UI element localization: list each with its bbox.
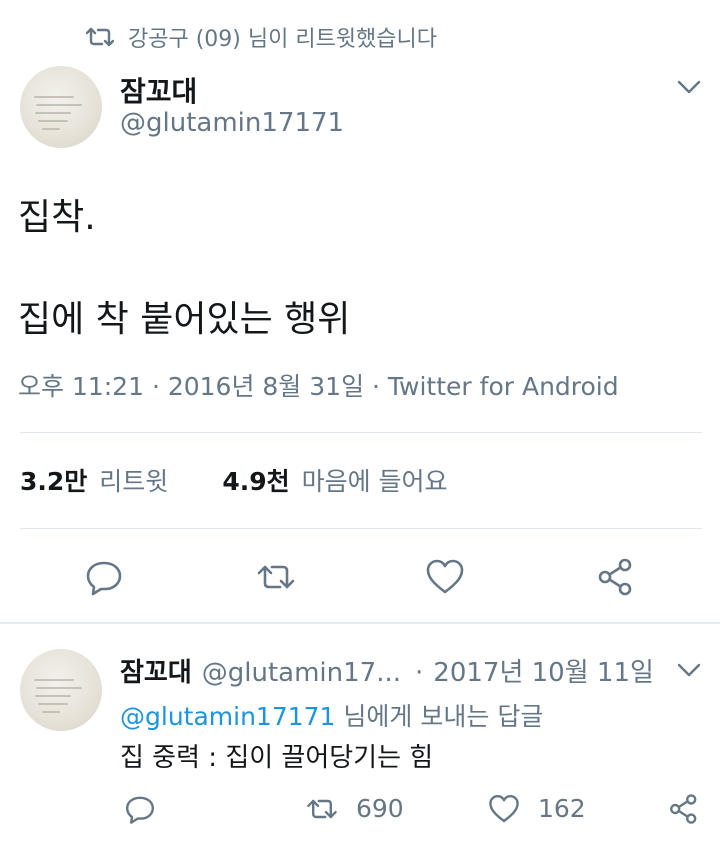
like-label[interactable]: 마음에 들어요 bbox=[302, 462, 448, 498]
share-icon[interactable] bbox=[596, 557, 636, 597]
retweet-context[interactable]: 강공구 (09) 님이 리트윗했습니다 bbox=[86, 22, 437, 52]
user-handle[interactable]: @glutamin17171 bbox=[120, 108, 344, 138]
reply-to-suffix: 님에게 보내는 답글 bbox=[343, 702, 544, 731]
avatar-scribble bbox=[42, 711, 60, 713]
avatar-scribble bbox=[34, 96, 74, 98]
chevron-down-icon[interactable] bbox=[676, 79, 702, 95]
avatar[interactable] bbox=[20, 649, 102, 731]
chevron-down-icon[interactable] bbox=[676, 662, 702, 678]
reply-header: 잠꼬대 @glutamin17... · 2017년 10월 11일 bbox=[120, 652, 654, 689]
retweet-count[interactable]: 3.2만 bbox=[20, 462, 87, 498]
avatar-scribble bbox=[38, 120, 68, 122]
reply-separator: · bbox=[415, 658, 424, 688]
reply-to-line: @glutamin17171 님에게 보내는 답글 bbox=[120, 697, 543, 733]
avatar-scribble bbox=[42, 128, 60, 130]
reply-icon[interactable] bbox=[124, 793, 156, 825]
reply-user-handle[interactable]: @glutamin17... bbox=[202, 658, 401, 688]
retweet-icon[interactable] bbox=[256, 557, 296, 597]
display-name[interactable]: 잠꼬대 bbox=[120, 70, 197, 110]
avatar-scribble bbox=[35, 112, 71, 114]
avatar-scribble bbox=[35, 695, 71, 697]
retweet-context-text: 강공구 (09) 님이 리트윗했습니다 bbox=[128, 27, 438, 52]
reply-retweet-count: 690 bbox=[356, 794, 404, 823]
section-separator bbox=[0, 622, 720, 624]
avatar-scribble bbox=[38, 703, 68, 705]
retweet-label[interactable]: 리트윗 bbox=[99, 462, 168, 498]
reply-to-handle-link[interactable]: @glutamin17171 bbox=[120, 702, 335, 731]
tweet-metadata: 오후 11:21 · 2016년 8월 31일 · Twitter for An… bbox=[18, 372, 619, 401]
retweet-icon[interactable] bbox=[306, 793, 338, 825]
divider bbox=[20, 432, 702, 433]
retweet-icon bbox=[86, 27, 114, 47]
reply-date[interactable]: 2017년 10월 11일 bbox=[433, 652, 654, 689]
like-icon[interactable] bbox=[488, 793, 520, 825]
like-count[interactable]: 4.9천 bbox=[222, 462, 289, 498]
reply-icon[interactable] bbox=[84, 557, 124, 597]
share-icon[interactable] bbox=[668, 793, 700, 825]
tweet-text-line: 집착. bbox=[18, 197, 96, 238]
avatar[interactable]: ​ bbox=[20, 66, 102, 148]
like-icon[interactable] bbox=[425, 557, 465, 597]
avatar-scribble bbox=[34, 679, 74, 681]
avatar-scribble bbox=[36, 104, 82, 106]
tweet-stats: 3.2만 리트윗 4.9천 마음에 들어요 bbox=[20, 462, 448, 498]
tweet-text-line: 집에 착 붙어있는 행위 bbox=[18, 299, 351, 340]
avatar-scribble bbox=[36, 687, 82, 689]
reply-like-count: 162 bbox=[538, 794, 586, 823]
reply-text: 집 중력 : 집이 끌어당기는 힘 bbox=[120, 743, 434, 773]
reply-display-name[interactable]: 잠꼬대 bbox=[120, 652, 192, 689]
divider bbox=[20, 528, 702, 529]
